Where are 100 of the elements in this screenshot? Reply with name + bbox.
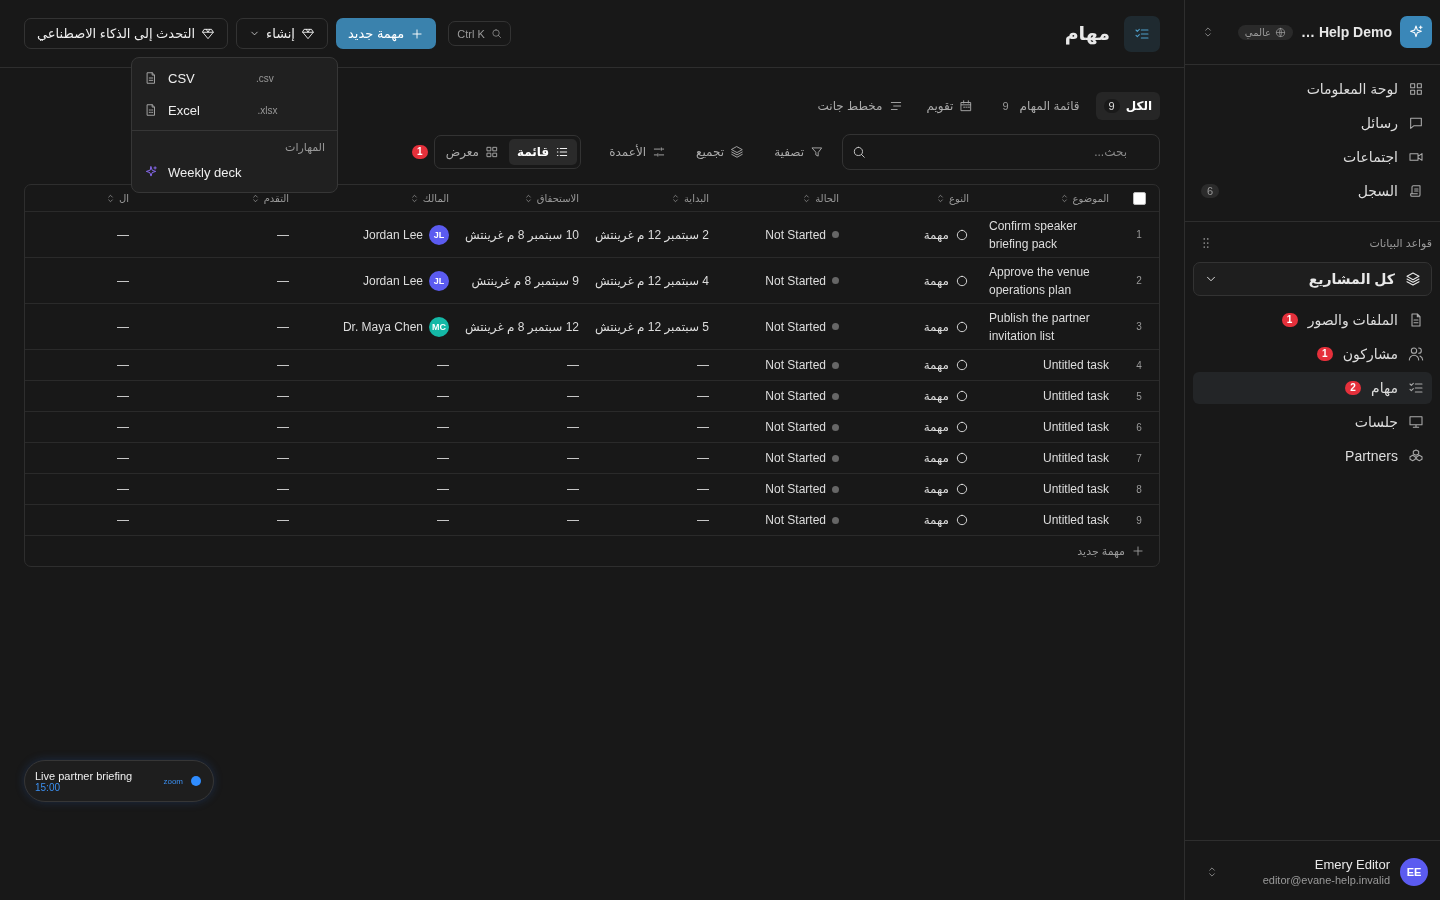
start-date: —: [697, 389, 709, 403]
empty-value: —: [117, 227, 129, 242]
sort-icon: [670, 192, 681, 204]
cubes-icon: [1408, 448, 1424, 464]
task-title[interactable]: Approve the venue operations plan: [989, 258, 1109, 303]
task-type: مهمة: [923, 482, 949, 496]
column-header[interactable]: البداية: [670, 192, 709, 204]
empty-value: —: [117, 358, 129, 372]
add-task-button[interactable]: مهمة جديد: [1071, 542, 1151, 560]
due-date: —: [567, 389, 579, 403]
task-title[interactable]: Untitled task: [1042, 476, 1109, 502]
empty-value: —: [277, 420, 289, 434]
checklist-icon: [1408, 380, 1424, 396]
gem-icon: [201, 26, 216, 41]
task-type: مهمة: [923, 451, 949, 465]
column-header[interactable]: الحالة: [801, 192, 839, 204]
task-type: مهمة: [923, 319, 949, 334]
view-tab[interactable]: مخطط جانت: [809, 92, 911, 120]
due-date: —: [567, 420, 579, 434]
status-text: Not Started: [765, 389, 826, 403]
checklist-icon: [1124, 15, 1160, 52]
section-title: قواعد البيانات: [1369, 236, 1432, 250]
due-date: 10 سبتمبر 8 م غرينتش: [464, 227, 579, 242]
column-header[interactable]: النوع: [935, 192, 969, 204]
status-dot: [832, 277, 839, 284]
empty-value: —: [117, 451, 129, 465]
task-title[interactable]: Untitled task: [1042, 507, 1109, 533]
notification-badge: 2: [1345, 381, 1362, 395]
plus-icon: [410, 26, 425, 41]
task-title[interactable]: Untitled task: [1042, 414, 1109, 440]
sidebar-item[interactable]: جلسات: [1193, 406, 1432, 438]
owner-avatar: JL: [429, 270, 449, 291]
document-icon: [144, 71, 158, 85]
task-title[interactable]: Untitled task: [1042, 445, 1109, 471]
sidebar-item[interactable]: لوحة المعلومات: [1193, 73, 1432, 105]
layers-icon: [1405, 271, 1421, 287]
start-date: 2 سبتمبر 12 م غرينتش: [594, 227, 709, 242]
view-option[interactable]: معرض: [437, 139, 507, 165]
empty-value: —: [437, 420, 449, 434]
start-date: —: [697, 358, 709, 372]
start-date: —: [697, 513, 709, 527]
empty-value: —: [437, 451, 449, 465]
owner-avatar: MC: [429, 316, 449, 337]
menu-item[interactable]: Weekly deck: [136, 156, 333, 188]
scroll-icon: [1408, 183, 1424, 199]
task-title[interactable]: Confirm speaker briefing pack: [989, 212, 1109, 257]
scope-badge: عالمي: [1237, 24, 1293, 40]
filter-icon: [810, 145, 824, 159]
empty-value: —: [437, 358, 449, 372]
status-dot: [832, 485, 839, 493]
column-header[interactable]: التقدم: [249, 192, 289, 204]
sidebar-item[interactable]: اجتماعات: [1193, 141, 1432, 173]
calendar-icon: [959, 99, 974, 113]
status-dot: [832, 231, 839, 238]
status-dot: [832, 516, 839, 524]
meeting-pill[interactable]: Live partner briefing 15:00 zoom: [24, 760, 214, 802]
message-icon: [1408, 115, 1424, 131]
view-tab[interactable]: تقويم: [918, 92, 982, 120]
workspace-name[interactable]: Help Demo …: [1301, 24, 1392, 40]
project-dropdown[interactable]: كل المشاريع: [1193, 262, 1432, 296]
sidebar-item[interactable]: Partners: [1193, 440, 1432, 472]
group-button[interactable]: تجميع: [684, 137, 757, 167]
status-text: Not Started: [765, 420, 826, 434]
new-task-button[interactable]: مهمة جديد: [335, 18, 437, 49]
empty-value: —: [277, 358, 289, 372]
filter-button[interactable]: تصفية: [762, 137, 836, 167]
list-icon: [555, 145, 570, 159]
column-header[interactable]: المالك: [408, 192, 449, 204]
create-button[interactable]: إنشاء: [236, 18, 328, 49]
ai-chat-button[interactable]: التحدث إلى الذكاء الاصطناعي: [24, 18, 229, 49]
menu-item[interactable]: Excel .xlsx: [136, 94, 333, 126]
user-avatar: EE: [1400, 857, 1428, 886]
task-title[interactable]: Untitled task: [1042, 352, 1109, 378]
start-date: —: [697, 420, 709, 434]
task-title[interactable]: Publish the partner invitation list: [989, 304, 1109, 349]
column-header[interactable]: الاستحقاق: [522, 192, 579, 204]
notification-badge: 1: [1316, 347, 1333, 361]
menu-item[interactable]: CSV .csv: [136, 62, 333, 94]
spreadsheet-icon: [144, 103, 158, 117]
due-date: —: [567, 513, 579, 527]
status-text: Not Started: [765, 319, 826, 334]
search-field[interactable]: بحث...: [842, 134, 1160, 170]
select-all-checkbox[interactable]: [1132, 191, 1146, 205]
row-number: 6: [1136, 421, 1142, 433]
empty-value: —: [117, 513, 129, 527]
view-option[interactable]: قائمة: [509, 139, 578, 165]
sort-icon: [935, 192, 946, 204]
columns-button[interactable]: الأعمدة: [597, 137, 679, 167]
empty-value: —: [117, 389, 129, 403]
task-type: مهمة: [923, 420, 949, 434]
column-header[interactable]: ال: [104, 192, 129, 204]
task-title[interactable]: Untitled task: [1042, 383, 1109, 409]
sliders-icon: [652, 145, 667, 159]
status-dot: [832, 423, 839, 431]
sparkle-icon: [144, 165, 158, 179]
column-header[interactable]: الموضوع: [1058, 192, 1109, 204]
count-badge: 6: [1201, 184, 1220, 198]
notification-badge: 1: [411, 145, 428, 159]
sidebar-item[interactable]: رسائل: [1193, 107, 1432, 139]
search-shortcut-button[interactable]: Ctrl K: [448, 21, 511, 46]
